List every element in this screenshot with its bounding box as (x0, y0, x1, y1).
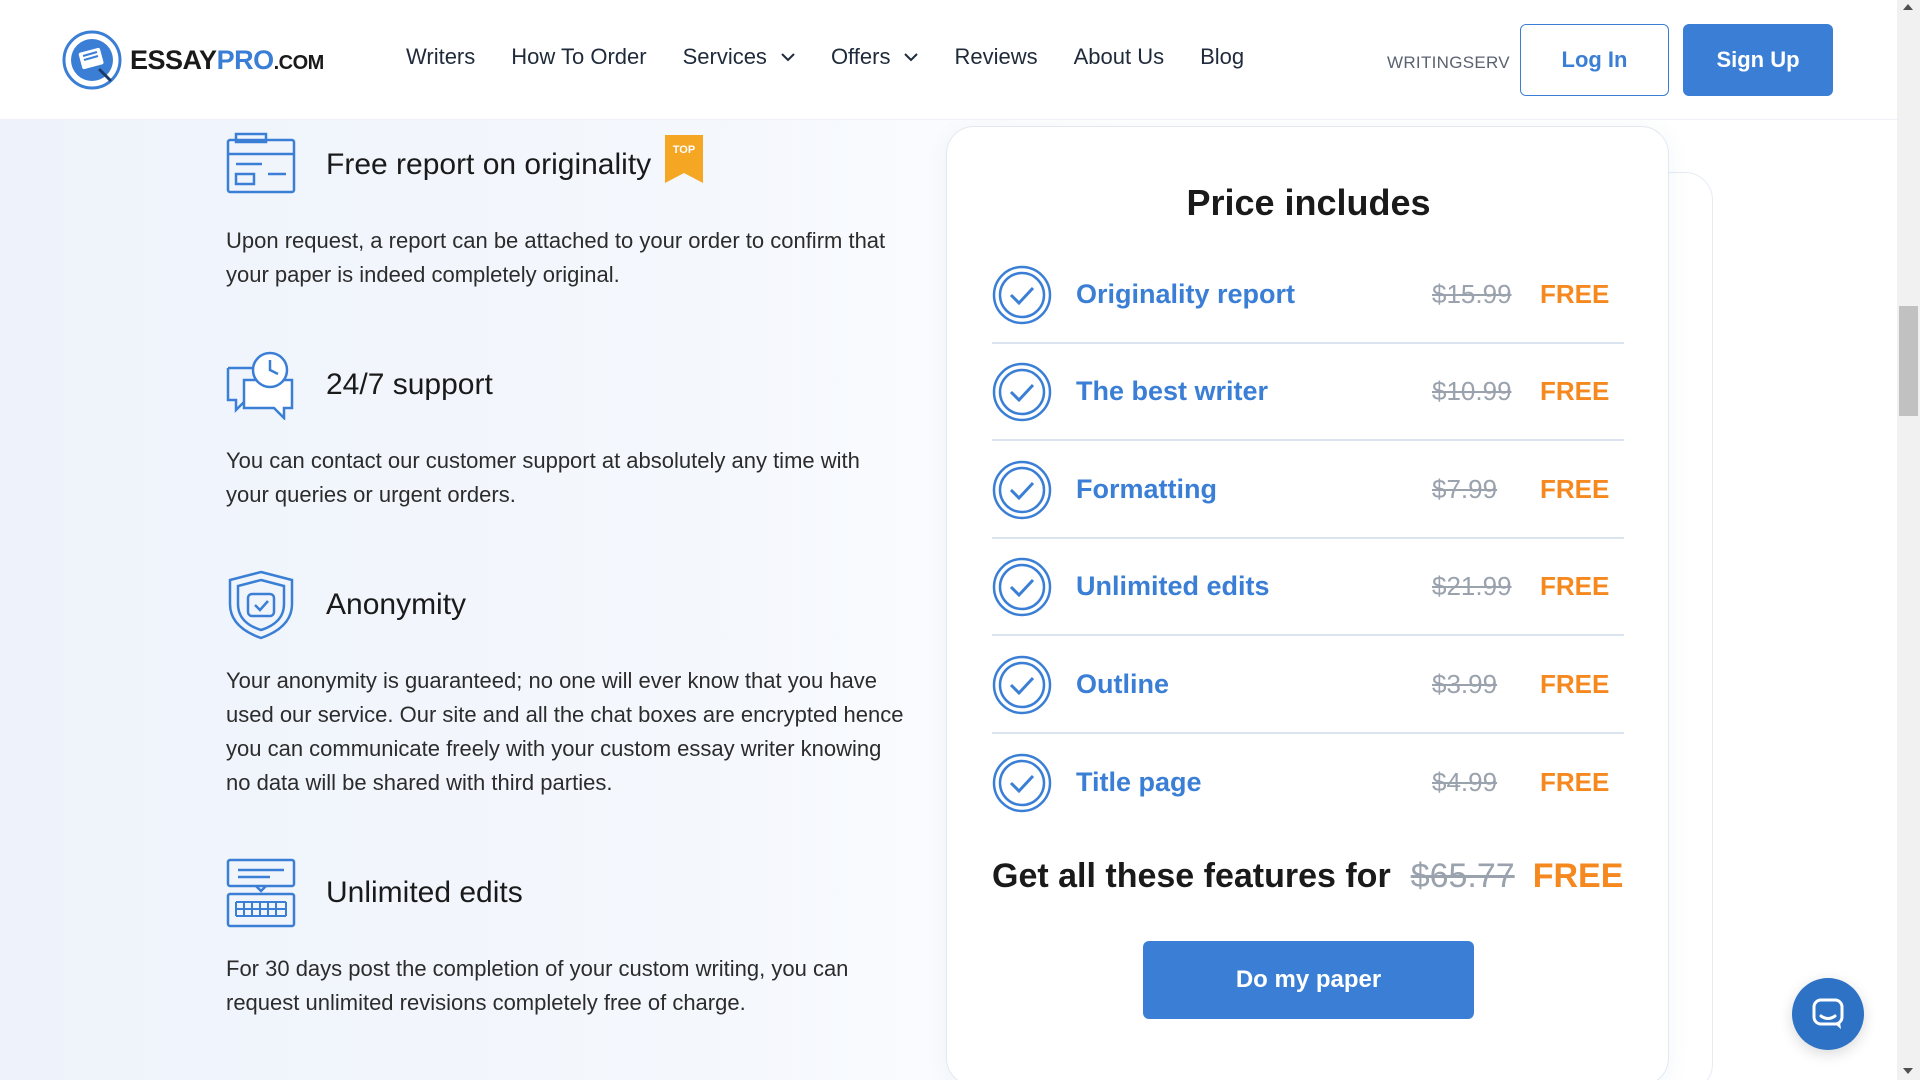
check-circle-icon (992, 460, 1052, 519)
signup-button[interactable]: Sign Up (1683, 24, 1833, 96)
price-row: Formatting $7.99 FREE (992, 442, 1624, 539)
total-summary: Get all these features for $65.77 FREE (992, 857, 1632, 896)
nav-item-how-to-order[interactable]: How To Order (511, 44, 646, 70)
feature-title: Unlimited edits (326, 876, 523, 909)
chat-widget-button[interactable] (1792, 978, 1864, 1050)
top-badge-icon: TOP (665, 135, 704, 183)
support-chat-clock-icon (226, 351, 294, 420)
old-price: $21.99 (1432, 571, 1512, 601)
old-price: $10.99 (1432, 376, 1512, 406)
check-circle-icon (992, 265, 1052, 324)
feature-description: For 30 days post the completion of your … (226, 956, 849, 1015)
feature-originality: Free report on originality TOP Upon requ… (226, 130, 906, 292)
logo-wordmark: ESSAYPRO.COM (130, 44, 324, 75)
nav-item-offers[interactable]: Offers (831, 44, 919, 70)
total-free-price: FREE (1532, 857, 1624, 895)
check-circle-icon (992, 362, 1052, 421)
check-circle-icon (992, 557, 1052, 616)
page-scrollbar[interactable] (1897, 0, 1920, 1080)
old-price: $4.99 (1432, 767, 1498, 797)
promo-code-text: WRITINGSERV (1387, 53, 1510, 72)
total-label: Get all these features for (992, 857, 1391, 895)
chat-bubble-icon (1812, 998, 1844, 1029)
price-card: Price includes Originality report $15.99… (946, 126, 1669, 1080)
feature-title: Free report on originality (326, 148, 652, 181)
feature-description: You can contact our customer support at … (226, 448, 860, 507)
nav-item-about-us[interactable]: About Us (1074, 44, 1165, 70)
total-old-price: $65.77 (1410, 857, 1515, 895)
price-row: Unlimited edits $21.99 FREE (992, 539, 1624, 636)
site-header: ESSAYPRO.COM Writers How To Order Servic… (0, 0, 1897, 120)
scrollbar-thumb[interactable] (1899, 306, 1918, 416)
price-row: Outline $3.99 FREE (992, 637, 1624, 734)
price-row-label: Title page (1076, 767, 1202, 797)
scroll-down-icon[interactable] (1903, 1068, 1913, 1074)
price-row: Title page $4.99 FREE (992, 734, 1624, 831)
old-price: $7.99 (1432, 474, 1498, 504)
check-circle-icon (992, 655, 1052, 714)
feature-title: 24/7 support (326, 368, 493, 401)
nav-item-blog[interactable]: Blog (1200, 44, 1244, 70)
feature-description: Your anonymity is guaranteed; no one wil… (226, 668, 904, 795)
free-price: FREE (1540, 767, 1610, 797)
chevron-down-icon (781, 52, 795, 61)
chevron-down-icon (904, 52, 919, 61)
keyboard-icon (226, 858, 296, 928)
main-nav: Writers How To Order Services Offers Rev… (406, 44, 1280, 70)
old-price: $3.99 (1432, 669, 1498, 699)
feature-anonymity: Anonymity Your anonymity is guaranteed; … (226, 570, 906, 800)
price-row-label: Unlimited edits (1076, 571, 1270, 601)
top-badge-label: TOP (673, 144, 695, 156)
feature-unlimited-edits: Unlimited edits For 30 days post the com… (226, 858, 906, 1020)
price-row-label: Originality report (1076, 279, 1296, 309)
feature-description: Upon request, a report can be attached t… (226, 228, 886, 287)
price-card-title: Price includes (1186, 182, 1431, 223)
price-row-label: Formatting (1076, 474, 1217, 504)
price-row-label: Outline (1076, 669, 1169, 699)
logo-pen-icon (62, 30, 122, 90)
report-card-icon (226, 132, 296, 194)
feature-support: 24/7 support You can contact our custome… (226, 350, 906, 512)
price-row: Originality report $15.99 FREE (992, 247, 1624, 344)
nav-item-writers[interactable]: Writers (406, 44, 475, 70)
login-button[interactable]: Log In (1520, 24, 1669, 96)
nav-item-services[interactable]: Services (683, 44, 795, 70)
feature-title: Anonymity (326, 588, 467, 621)
free-price: FREE (1540, 376, 1610, 406)
free-price: FREE (1540, 474, 1610, 504)
check-circle-icon (992, 753, 1052, 812)
site-logo[interactable]: ESSAYPRO.COM (62, 30, 324, 90)
scroll-up-icon[interactable] (1903, 4, 1913, 10)
free-price: FREE (1540, 571, 1610, 601)
shield-check-icon (228, 570, 294, 640)
do-my-paper-button[interactable]: Do my paper (1143, 941, 1474, 1019)
price-row-label: The best writer (1076, 376, 1269, 406)
free-price: FREE (1540, 669, 1610, 699)
nav-item-reviews[interactable]: Reviews (954, 44, 1037, 70)
price-row: The best writer $10.99 FREE (992, 344, 1624, 441)
free-price: FREE (1540, 279, 1610, 309)
old-price: $15.99 (1432, 279, 1512, 309)
